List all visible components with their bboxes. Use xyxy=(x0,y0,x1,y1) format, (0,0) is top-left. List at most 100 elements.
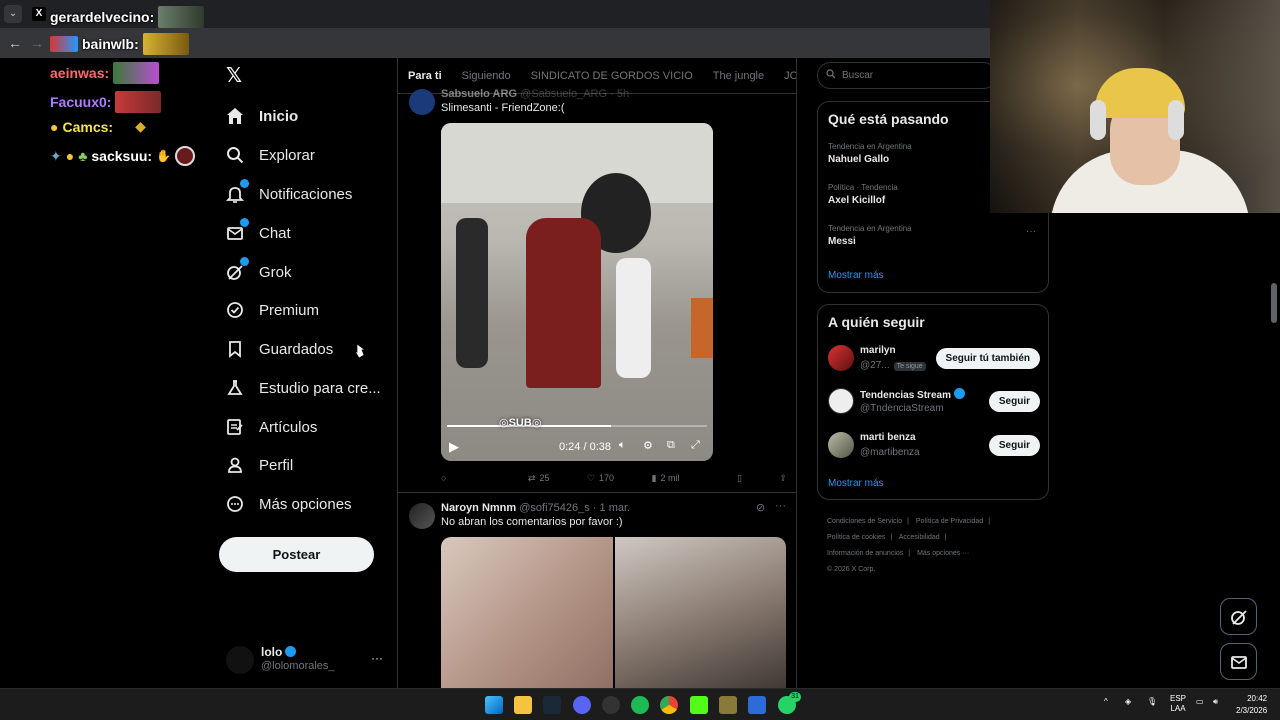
tweet-image[interactable] xyxy=(441,537,613,688)
back-arrow-icon[interactable]: ← xyxy=(6,34,24,52)
more-options-icon[interactable]: ··· xyxy=(371,651,383,665)
retweet-button[interactable]: ⇄ 25 xyxy=(528,473,550,484)
who-to-follow-title: A quién seguir xyxy=(828,314,925,330)
bookmark-icon: ▯ xyxy=(737,472,742,483)
app-icon[interactable] xyxy=(719,696,737,714)
show-more-link[interactable]: Mostrar más xyxy=(828,270,884,281)
tweet-image[interactable] xyxy=(614,537,786,688)
like-button[interactable]: ♡ 170 xyxy=(587,473,614,484)
tab-search-button[interactable]: ⌄ xyxy=(4,5,22,23)
play-icon[interactable]: ▶ xyxy=(449,439,459,455)
sidebar-item-chat[interactable]: Chat xyxy=(226,218,291,245)
follow-button[interactable]: Seguir xyxy=(988,435,1040,456)
tab-joseo[interactable]: JOSEO xyxy=(774,70,796,82)
fullscreen-icon[interactable]: ⤢ xyxy=(691,439,700,452)
follow-suggestion[interactable]: marilyn @27... Te sigue Seguir tú también xyxy=(828,345,1040,373)
follow-suggestion[interactable]: Tendencias Stream @TndenciaStream Seguir xyxy=(828,388,1040,416)
video-progress-bar[interactable] xyxy=(447,425,707,427)
language-indicator[interactable]: ESP LAA xyxy=(1170,694,1186,714)
video-box xyxy=(691,298,713,358)
follow-suggestion[interactable]: marti benza @martibenza Seguir xyxy=(828,432,1040,460)
sidebar-item-articulos[interactable]: Artículos xyxy=(226,415,317,439)
chrome-icon[interactable] xyxy=(660,696,678,714)
network-icon[interactable]: ▭ xyxy=(1196,697,1204,706)
tab-the-jungle[interactable]: The jungle xyxy=(703,70,774,82)
grok-fab-button[interactable] xyxy=(1220,598,1257,635)
picture-in-picture-icon[interactable]: ⧉ xyxy=(667,439,675,452)
tab-para-ti[interactable]: Para ti xyxy=(398,70,452,82)
sidebar-item-inicio[interactable]: Inicio xyxy=(226,104,298,128)
sidebar-item-perfil[interactable]: Perfil xyxy=(226,453,293,477)
tweet-media-grid[interactable] xyxy=(441,537,786,688)
reply-button[interactable]: ○ xyxy=(441,473,450,483)
share-button[interactable]: ⇪ xyxy=(779,473,787,484)
sidebar-item-grok[interactable]: Grok xyxy=(226,257,292,284)
notepad-icon[interactable] xyxy=(748,696,766,714)
tweet-author[interactable]: Sabsuelo ARG xyxy=(441,88,517,100)
follow-back-button[interactable]: Seguir tú también xyxy=(935,348,1040,369)
defender-icon[interactable]: ◈ xyxy=(1125,697,1131,706)
mail-icon xyxy=(1230,655,1247,669)
grok-icon[interactable]: ⊘ xyxy=(756,501,765,514)
follow-button[interactable]: Seguir xyxy=(988,391,1040,412)
tab-sindicato[interactable]: SINDICATO DE GORDOS VICIO xyxy=(521,70,703,82)
account-switcher[interactable]: lolo @lolomorales_ ··· xyxy=(226,644,386,674)
trend-item[interactable]: Tendencia en Argentina Nahuel Gallo xyxy=(828,142,912,165)
avatar[interactable] xyxy=(409,89,435,115)
app-icon[interactable] xyxy=(602,696,620,714)
steam-icon[interactable] xyxy=(543,696,561,714)
settings-gear-icon[interactable]: ⚙ xyxy=(643,439,653,452)
trend-item[interactable]: Política · Tendencia Axel Kicillof xyxy=(828,183,898,206)
system-clock[interactable]: 20:42 2/3/2026 xyxy=(1236,693,1267,717)
sidebar-item-estudio[interactable]: Estudio para cre... xyxy=(226,376,381,400)
chat-emote xyxy=(158,6,205,28)
post-button[interactable]: Postear xyxy=(219,537,374,572)
sidebar-item-premium[interactable]: Premium xyxy=(226,298,319,322)
tweet-video[interactable]: ◎SUB◎ ▶ 0:24 / 0:38 🔈︎ ⚙ ⧉ ⤢ xyxy=(441,123,713,461)
sidebar-item-notificaciones[interactable]: Notificaciones xyxy=(226,179,352,206)
spotify-icon[interactable] xyxy=(631,696,649,714)
trend-item[interactable]: Tendencia en Argentina Messi xyxy=(828,224,912,247)
search-icon xyxy=(226,146,244,164)
views-button[interactable]: ▮ 2 mil xyxy=(652,473,680,484)
sidebar-item-explorar[interactable]: Explorar xyxy=(226,143,315,167)
chat-message: aeinwas: xyxy=(50,62,160,84)
footer-link[interactable]: Política de cookies xyxy=(827,534,885,541)
messages-fab-button[interactable] xyxy=(1220,643,1257,680)
file-explorer-icon[interactable] xyxy=(514,696,532,714)
page-scrollbar[interactable] xyxy=(1271,283,1277,323)
microphone-icon[interactable]: 🎙︎ xyxy=(1147,697,1157,706)
more-options-icon[interactable]: ··· xyxy=(1026,226,1036,237)
footer-link[interactable]: Política de Privacidad xyxy=(916,518,983,525)
kick-icon[interactable] xyxy=(690,696,708,714)
trends-title: Qué está pasando xyxy=(828,111,949,127)
search-input[interactable]: Buscar xyxy=(817,62,997,89)
emoji-icon: ✋ xyxy=(156,149,172,163)
volume-icon[interactable]: 🔈︎ xyxy=(619,439,626,452)
forward-arrow-icon[interactable]: → xyxy=(28,34,46,52)
more-options-icon[interactable]: ··· xyxy=(775,500,786,512)
footer-link[interactable]: Información de anuncios xyxy=(827,550,903,557)
windows-start-icon[interactable] xyxy=(485,696,503,714)
sidebar-item-guardados[interactable]: Guardados xyxy=(226,337,333,361)
footer-link[interactable]: Más opciones ··· xyxy=(917,550,969,557)
x-logo-icon[interactable]: 𝕏 xyxy=(226,66,246,86)
emoji-icon: ● xyxy=(50,118,59,135)
avatar[interactable] xyxy=(409,503,435,529)
timeline[interactable]: Para ti Siguiendo SINDICATO DE GORDOS VI… xyxy=(397,58,797,688)
tweet-author[interactable]: Naroyn Nmnm xyxy=(441,502,516,514)
tweet-actions: ○ ⇄ 25 ♡ 170 ▮ 2 mil ▯ ⇪ xyxy=(441,471,787,485)
volume-icon[interactable]: 🔊︎ xyxy=(1213,697,1218,707)
video-person xyxy=(526,218,601,388)
chat-username: Facuux0: xyxy=(50,94,112,110)
sidebar-item-mas-opciones[interactable]: Más opciones xyxy=(226,492,352,516)
tab-siguiendo[interactable]: Siguiendo xyxy=(452,70,521,82)
show-more-link[interactable]: Mostrar más xyxy=(828,478,884,489)
profile-handle: @lolomorales_ xyxy=(261,660,335,672)
bookmark-button[interactable]: ▯ xyxy=(737,473,742,484)
footer-link[interactable]: Condiciones de Servicio xyxy=(827,518,902,525)
badge-icon: ✦ xyxy=(50,147,62,164)
discord-icon[interactable] xyxy=(573,696,591,714)
tray-chevron-icon[interactable]: ^ xyxy=(1104,697,1108,706)
footer-link[interactable]: Accesibilidad xyxy=(899,534,940,541)
